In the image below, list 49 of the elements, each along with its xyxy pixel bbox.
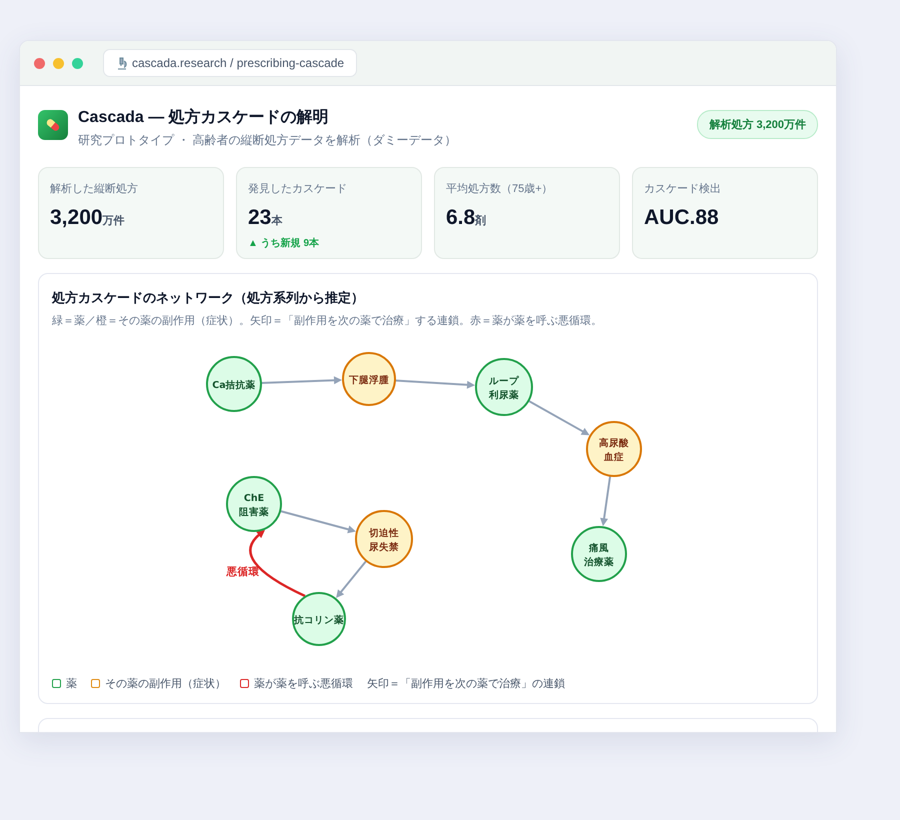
drug-node (226, 476, 282, 532)
node-label: ループ 利尿薬 (489, 376, 519, 401)
drug-node (292, 592, 346, 646)
close-dot[interactable] (34, 58, 45, 68)
legend-label: 薬が薬を呼ぶ悪循環 (254, 676, 353, 691)
maximize-dot[interactable] (72, 58, 83, 68)
side-effect-node (586, 421, 642, 477)
card-title: 処方カスケードのネットワーク（処方系列から推定） (52, 289, 365, 307)
stat-label: カスケード検出 (644, 182, 722, 196)
arrow (528, 400, 590, 436)
stat-note: ▲ うち新規 9本 (248, 236, 320, 250)
drug-node (206, 356, 262, 412)
legend-label: 薬 (66, 676, 77, 691)
stat-value: 3,200 (50, 206, 103, 229)
address-bar[interactable]: cascada.research / prescribing-cascade (103, 49, 358, 77)
node-label: 高尿酸 血症 (599, 438, 629, 463)
node-label: 下腿浮腫 (349, 375, 389, 386)
stat-value: 6.8 (446, 206, 476, 229)
drug-node (571, 526, 627, 582)
card-description: 緑＝薬／橙＝その薬の副作用（症状）。矢印＝「副作用を次の薬で治療」する連鎖。赤＝薬が薬を呼ぶ悪循環。 (52, 314, 603, 328)
stat-label: 解析した縦断処方 (50, 182, 139, 196)
node-label: Ca拮抗薬 (212, 380, 256, 391)
stat-value: 23 (248, 206, 272, 229)
stat-unit: 万件 (102, 215, 125, 227)
loop-arrow (249, 530, 306, 598)
page-title: Cascada — 処方カスケードの解明 (78, 107, 330, 128)
arrow (336, 560, 368, 598)
side-effect-node (355, 510, 413, 568)
count-badge: 解析処方 3,200万件 (697, 110, 818, 139)
node-label: 切迫性 尿失禁 (369, 528, 399, 553)
node-label: 抗コリン薬 (294, 615, 344, 626)
pill-logo-icon (38, 110, 68, 140)
stat-value: AUC.88 (644, 206, 719, 229)
stat-label: 平均処方数（75歳+） (446, 182, 554, 196)
stat-label: 発見したカスケード (248, 182, 348, 196)
stat-unit: 剤 (475, 215, 486, 227)
legend-label: 矢印＝「副作用を次の薬で治療」の連鎖 (367, 676, 565, 691)
stat-unit: 本 (271, 215, 282, 227)
loop-label: 悪循環 (226, 566, 260, 578)
page-subtitle: 研究プロトタイプ ・ 高齢者の縦断処方データを解析（ダミーデータ） (78, 132, 458, 149)
url-text: cascada.research / prescribing-cascade (132, 56, 344, 70)
drug-node (475, 358, 533, 416)
side-effect-node (342, 352, 396, 406)
arrow (600, 476, 612, 526)
node-label: ChE 阻害薬 (239, 493, 269, 518)
microscope-icon (116, 56, 128, 70)
minimize-dot[interactable] (53, 58, 64, 68)
node-label: 痛風 治療薬 (584, 543, 614, 568)
legend-label: その薬の副作用（症状） (105, 676, 226, 691)
